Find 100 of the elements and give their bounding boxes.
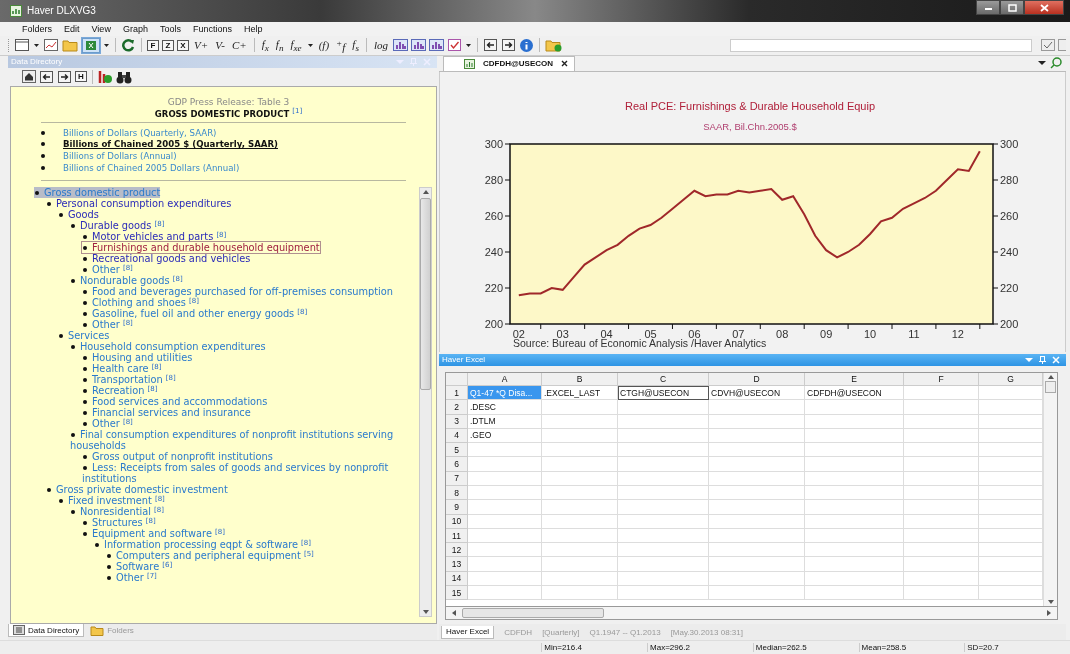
tree-item[interactable]: Food services and accommodations (82, 395, 268, 407)
toolbar-button[interactable]: f$_{xe}$ (288, 37, 304, 54)
table-cell[interactable] (709, 428, 805, 444)
table-cell[interactable] (709, 557, 805, 572)
tree-item[interactable]: Gasoline, fuel oil and other energy goods $^{[8]}$ (82, 307, 308, 319)
checkbox-icon[interactable] (447, 38, 463, 53)
tree-item[interactable]: Household consumption expenditures (70, 340, 266, 352)
column-header[interactable]: B (542, 372, 618, 386)
table-cell[interactable] (709, 414, 805, 429)
close-button[interactable] (1024, 0, 1064, 15)
table-cell[interactable] (542, 500, 618, 515)
scrollbar[interactable] (445, 607, 1058, 621)
table-cell[interactable] (468, 571, 542, 587)
table-cell[interactable] (468, 500, 542, 515)
table-cell[interactable] (904, 586, 979, 601)
table-cell[interactable] (542, 514, 618, 529)
tree-item[interactable]: Gross output of nonprofit institutions (82, 450, 273, 462)
column-header[interactable]: G (979, 372, 1043, 386)
scroll-left-icon[interactable] (450, 608, 458, 619)
table-cell[interactable] (904, 443, 979, 458)
folder-icon[interactable] (62, 38, 79, 53)
toolbar-button[interactable]: log (371, 39, 391, 52)
select-all-cell[interactable] (446, 372, 468, 386)
refresh-icon[interactable] (121, 38, 136, 53)
table-cell[interactable] (542, 471, 618, 486)
toolbar-button[interactable]: V+ (192, 39, 211, 52)
table-cell[interactable] (468, 486, 542, 501)
folder-icon[interactable] (545, 38, 563, 53)
dropdown-icon[interactable] (1038, 60, 1046, 67)
table-cell[interactable] (618, 557, 709, 572)
tree-item[interactable]: Motor vehicles and parts $^{[8]}$ (82, 230, 227, 242)
panel-tab[interactable]: Haver Excel (441, 625, 495, 639)
table-cell[interactable] (468, 443, 542, 458)
minimize-button[interactable] (976, 0, 1000, 15)
tree-item[interactable]: Financial services and insurance (82, 406, 251, 418)
table-cell[interactable] (805, 528, 904, 544)
table-cell[interactable] (542, 528, 618, 544)
table-cell[interactable] (904, 385, 979, 401)
tree-item[interactable]: Information processing eqpt & software $^{[8]}$ (94, 538, 312, 550)
table-cell[interactable] (709, 443, 805, 458)
toolbar-button[interactable]: H (75, 71, 87, 83)
row-header[interactable]: 2 (446, 400, 468, 415)
table-cell[interactable] (542, 457, 618, 472)
line-chart-icon[interactable] (43, 38, 59, 53)
column-header[interactable]: F (904, 372, 979, 386)
table-cell[interactable] (805, 457, 904, 472)
menu-item[interactable]: View (87, 23, 115, 34)
table-cell[interactable] (618, 428, 709, 444)
close-icon[interactable] (561, 60, 569, 68)
tree-item[interactable]: Recreational goods and vehicles (82, 252, 251, 264)
toolbar-button[interactable]: Z (162, 39, 174, 51)
table-cell[interactable] (904, 543, 979, 558)
tree-item[interactable]: Goods (58, 208, 99, 220)
table-cell[interactable] (468, 557, 542, 572)
table-cell[interactable] (618, 486, 709, 501)
maximize-button[interactable] (1000, 0, 1024, 15)
info-icon[interactable] (519, 37, 535, 53)
tree-item[interactable]: Durable goods $^{[8]}$ (70, 219, 165, 231)
table-cell[interactable] (709, 514, 805, 529)
tree-item[interactable]: Other $^{[7]}$ (106, 571, 157, 583)
tree-item[interactable]: Fixed investment $^{[8]}$ (58, 494, 165, 506)
table-cell[interactable]: .EXCEL_LAST (542, 385, 618, 401)
table-cell[interactable] (618, 414, 709, 429)
table-cell[interactable] (468, 528, 542, 544)
table-cell[interactable] (618, 571, 709, 587)
menu-item[interactable]: Tools (155, 23, 185, 34)
column-header[interactable]: A (468, 372, 542, 386)
home-icon[interactable] (22, 70, 36, 84)
table-cell[interactable] (618, 471, 709, 486)
table-cell[interactable]: CTGH@USECON (618, 385, 709, 401)
row-header[interactable]: 5 (446, 443, 468, 458)
table-cell[interactable] (542, 443, 618, 458)
table-cell[interactable] (618, 443, 709, 458)
table-cell[interactable] (618, 514, 709, 529)
row-header[interactable]: 13 (446, 557, 468, 572)
table-cell[interactable] (805, 486, 904, 501)
table-cell[interactable] (542, 400, 618, 415)
row-header[interactable]: 8 (446, 486, 468, 501)
table-cell[interactable] (805, 471, 904, 486)
chart-icon[interactable] (98, 69, 113, 85)
tree-item[interactable]: Housing and utilities (82, 351, 193, 363)
table-cell[interactable] (805, 571, 904, 587)
table-cell[interactable] (468, 471, 542, 486)
panel-tab[interactable]: Data Directory (8, 624, 85, 638)
table-cell[interactable] (709, 500, 805, 515)
table-cell[interactable] (542, 428, 618, 444)
table-cell[interactable] (805, 586, 904, 601)
menu-item[interactable]: Edit (60, 23, 84, 34)
toolbar-button[interactable]: C+ (229, 39, 249, 52)
toolbar-button[interactable]: f$_{s}$ (350, 37, 361, 54)
table-cell[interactable] (618, 500, 709, 515)
menu-item[interactable]: Graph (118, 23, 152, 34)
tree-item[interactable]: Software $^{[6]}$ (106, 560, 173, 572)
table-cell[interactable] (904, 414, 979, 429)
tree-item[interactable]: Final consumption expenditures of nonprofit institutions serving households (70, 428, 419, 451)
tree-item[interactable]: Transportation $^{[8]}$ (82, 373, 176, 385)
units-link[interactable]: Billions of Chained 2005 Dollars (Annual) (63, 163, 240, 174)
scrollbar[interactable] (419, 186, 432, 618)
tree-item[interactable]: Other $^{[8]}$ (82, 417, 133, 429)
table-cell[interactable] (805, 543, 904, 558)
